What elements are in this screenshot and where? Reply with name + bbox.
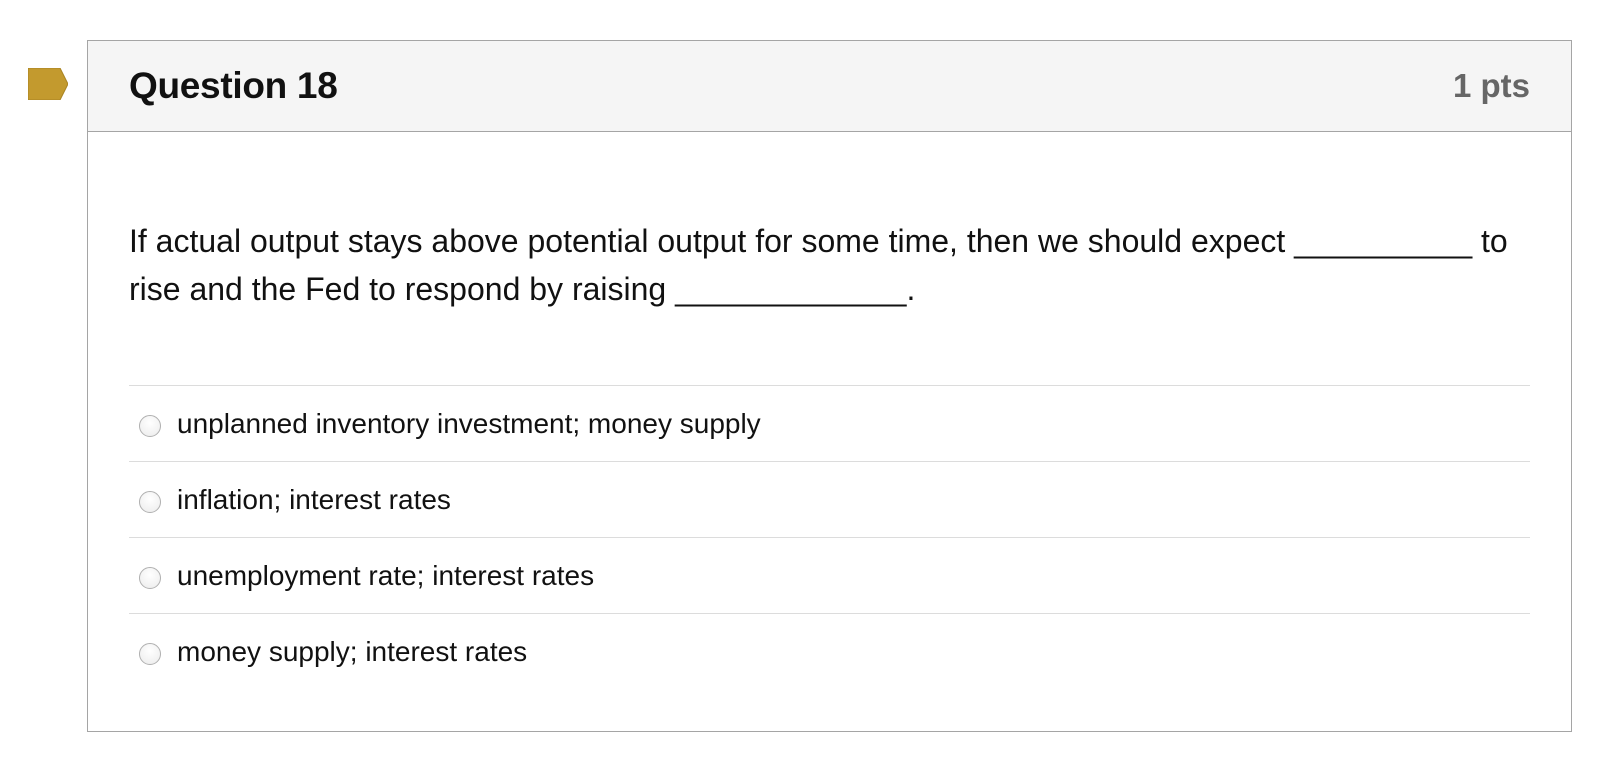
answer-label[interactable]: unemployment rate; interest rates (177, 560, 594, 592)
answer-label[interactable]: inflation; interest rates (177, 484, 451, 516)
answer-list: unplanned inventory investment; money su… (129, 385, 1530, 690)
radio-button[interactable] (139, 643, 161, 665)
question-header: Question 18 1 pts (88, 41, 1571, 132)
question-title: Question 18 (129, 65, 338, 106)
question-card: Question 18 1 pts If actual output stays… (87, 40, 1572, 732)
radio-button[interactable] (139, 566, 161, 589)
answer-option[interactable]: inflation; interest rates (129, 462, 1530, 538)
flag-icon[interactable] (28, 68, 68, 100)
radio-button[interactable] (139, 414, 161, 437)
answer-option[interactable]: unplanned inventory investment; money su… (129, 386, 1530, 462)
answer-option[interactable]: money supply; interest rates (129, 614, 1530, 690)
radio-button[interactable] (139, 490, 161, 513)
answer-option[interactable]: unemployment rate; interest rates (129, 538, 1530, 614)
question-text: If actual output stays above potential o… (129, 223, 1508, 307)
question-body: If actual output stays above potential o… (88, 132, 1571, 690)
answer-label[interactable]: money supply; interest rates (177, 636, 527, 668)
question-points: 1 pts (1452, 67, 1530, 104)
answer-label[interactable]: unplanned inventory investment; money su… (177, 408, 761, 440)
